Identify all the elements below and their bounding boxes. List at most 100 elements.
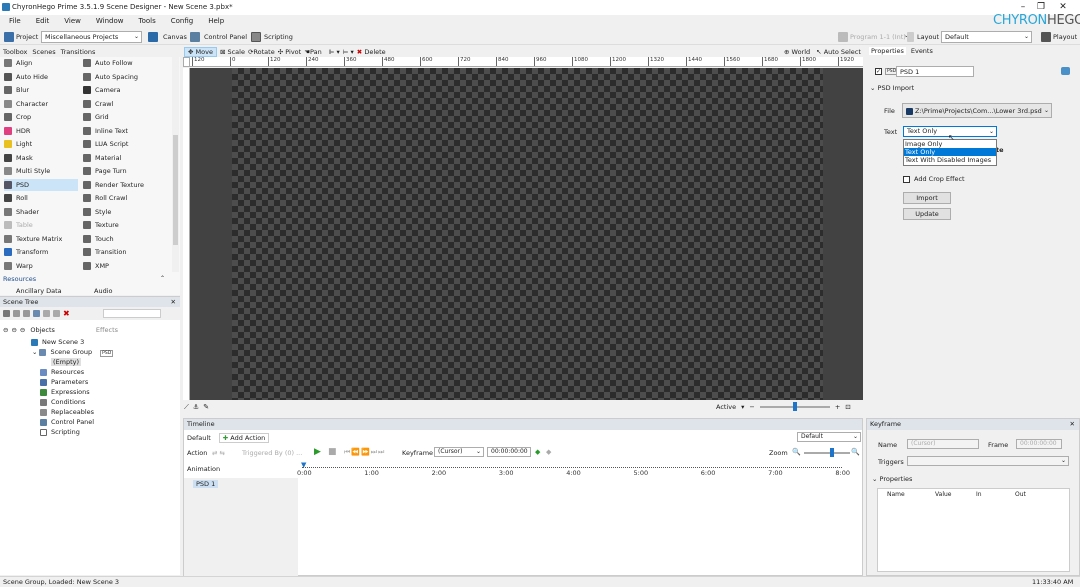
- toolbox-item-camera[interactable]: Camera: [83, 84, 121, 96]
- zoom-in-icon[interactable]: +: [835, 403, 840, 411]
- fit-icon[interactable]: ⊡: [845, 403, 850, 411]
- menu-tools[interactable]: Tools: [139, 17, 156, 25]
- auto-select-toggle[interactable]: ↖ Auto Select: [816, 48, 861, 56]
- toolbox-item-texture[interactable]: Texture: [83, 219, 119, 231]
- toolbox-item-table[interactable]: Table: [4, 219, 33, 231]
- chevron-down-icon[interactable]: ▾: [741, 403, 744, 411]
- action-buttons[interactable]: ⇄ ⇆: [212, 449, 225, 457]
- properties-section[interactable]: ⌄ Properties: [872, 475, 912, 483]
- project-dropdown[interactable]: Miscellaneous Projects ⌄: [41, 31, 142, 43]
- align-dropdown[interactable]: ⊫ ▾: [329, 48, 340, 56]
- close-button[interactable]: ✕: [1056, 2, 1070, 12]
- tree-item-expressions[interactable]: Expressions: [40, 388, 90, 396]
- menu-edit[interactable]: Edit: [36, 17, 50, 25]
- paste-icon[interactable]: [23, 310, 30, 317]
- toolbox-item-page-turn[interactable]: Page Turn: [83, 165, 127, 177]
- world-toggle[interactable]: ⊕ World: [784, 48, 810, 56]
- zoom-out-icon[interactable]: −: [749, 403, 754, 411]
- toolbox-item-transition[interactable]: Transition: [83, 246, 126, 258]
- zoom-in-icon[interactable]: 🔍: [851, 448, 860, 456]
- toolbox-item-ancillary-data[interactable]: Ancillary Data: [16, 287, 62, 295]
- delete-tool[interactable]: ✖ Delete: [357, 48, 386, 56]
- menu-view[interactable]: View: [64, 17, 81, 25]
- tree-item-scene-group[interactable]: ⌄ Scene Group PSD: [32, 348, 114, 357]
- tool-icon[interactable]: ✎: [203, 403, 209, 411]
- toolbox-item-roll[interactable]: Roll: [4, 192, 28, 204]
- toolbox-item-grid[interactable]: Grid: [83, 111, 109, 123]
- rotate-tool[interactable]: ⟳Rotate: [248, 48, 275, 56]
- toolbox-item-style[interactable]: Style: [83, 206, 111, 218]
- copy-icon[interactable]: [13, 310, 20, 317]
- playout-button[interactable]: Playout: [1053, 33, 1077, 41]
- toolbox-item-psd[interactable]: PSD: [4, 178, 78, 191]
- close-icon[interactable]: ✕: [1070, 419, 1075, 429]
- toolbox-item-crop[interactable]: Crop: [4, 111, 31, 123]
- toolbox-item-light[interactable]: Light: [4, 138, 32, 150]
- toolbox-item-align[interactable]: Align: [4, 57, 32, 69]
- scrollbar-thumb[interactable]: [173, 135, 178, 245]
- collapse-icon[interactable]: ⌃: [160, 275, 165, 282]
- control-panel-button[interactable]: Control Panel: [204, 33, 247, 41]
- update-button[interactable]: Update: [903, 208, 951, 220]
- pan-tool[interactable]: ☚Pan: [304, 48, 322, 56]
- tab-events[interactable]: Events: [911, 47, 933, 55]
- pivot-tool[interactable]: ✣ Pivot: [278, 48, 302, 56]
- add-crop-checkbox[interactable]: [903, 176, 910, 183]
- keyframe-dropdown[interactable]: (Cursor) ⌄: [434, 447, 484, 457]
- playhead-marker[interactable]: ▼: [301, 461, 306, 469]
- tab-scenes[interactable]: Scenes: [32, 48, 55, 56]
- toolbox-item-lua-script[interactable]: LUA Script: [83, 138, 128, 150]
- psd-import-section[interactable]: ⌄ PSD Import: [870, 84, 914, 92]
- tree-item-scripting[interactable]: Scripting: [40, 428, 80, 436]
- layout-dropdown[interactable]: Default ⌄: [941, 31, 1032, 43]
- keyframe-name-input[interactable]: (Cursor): [907, 439, 979, 449]
- tree-item-resources[interactable]: Resources: [40, 368, 84, 376]
- collapse-all-icon[interactable]: ⊖: [11, 326, 16, 334]
- menu-window[interactable]: Window: [96, 17, 124, 25]
- toolbox-item-warp[interactable]: Warp: [4, 260, 33, 272]
- toolbox-item-material[interactable]: Material: [83, 152, 121, 164]
- scene-tree-search-input[interactable]: [102, 309, 161, 318]
- move-tool[interactable]: ✥ Move: [184, 46, 217, 57]
- program-selector[interactable]: Program 1-1 (Int): [850, 33, 906, 41]
- link-icon[interactable]: [53, 310, 60, 317]
- toolbox-item-auto-follow[interactable]: Auto Follow: [83, 57, 133, 69]
- option-text-only[interactable]: Text Only: [904, 148, 996, 156]
- zoom-slider[interactable]: [759, 402, 830, 411]
- track-psd-1[interactable]: PSD 1: [193, 480, 219, 488]
- play-icon[interactable]: ▶: [314, 447, 321, 457]
- cloud-icon[interactable]: [1061, 67, 1070, 75]
- toolbox-item-texture-matrix[interactable]: Texture Matrix: [4, 233, 62, 245]
- toolbox-scrollbar[interactable]: [172, 57, 179, 272]
- timeline-profile-dropdown[interactable]: Default ⌄: [797, 432, 861, 442]
- close-icon[interactable]: ✕: [171, 297, 176, 307]
- toolbox-item-xmp[interactable]: XMP: [83, 260, 109, 272]
- toolbox-item-auto-spacing[interactable]: Auto Spacing: [83, 71, 138, 83]
- triggered-by-field[interactable]: Triggered By (0) ...: [242, 449, 302, 457]
- object-name-input[interactable]: PSD 1: [896, 66, 974, 77]
- toolbox-item-inline-text[interactable]: Inline Text: [83, 125, 128, 137]
- toolbox-item-character[interactable]: Character: [4, 98, 48, 110]
- menu-file[interactable]: File: [9, 17, 21, 25]
- triggers-dropdown[interactable]: ⌄: [907, 456, 1069, 466]
- toggle-icon[interactable]: ⊖: [20, 326, 25, 334]
- tree-item-conditions[interactable]: Conditions: [40, 398, 85, 406]
- menu-config[interactable]: Config: [171, 17, 193, 25]
- chart-icon[interactable]: ⟋: [184, 403, 189, 412]
- distribute-dropdown[interactable]: ⊨ ▾: [343, 48, 354, 56]
- zoom-out-icon[interactable]: 🔍: [792, 448, 801, 456]
- toolbox-item-auto-hide[interactable]: Auto Hide: [4, 71, 48, 83]
- anchor-icon[interactable]: ⚓: [193, 403, 199, 411]
- tree-item-parameters[interactable]: Parameters: [40, 378, 88, 386]
- scripting-button[interactable]: Scripting: [264, 33, 293, 41]
- tab-toolbox[interactable]: Toolbox: [3, 48, 27, 56]
- stop-icon[interactable]: ■: [328, 447, 337, 457]
- keyframe-frame-input[interactable]: 00:00:00:00: [1016, 439, 1062, 449]
- toolbox-item-roll-crawl[interactable]: Roll Crawl: [83, 192, 127, 204]
- ungroup-icon[interactable]: [43, 310, 50, 317]
- remove-keyframe-icon[interactable]: ◆: [546, 448, 551, 456]
- maximize-button[interactable]: ❐: [1034, 2, 1048, 12]
- timeline-ruler[interactable]: 0:00 1:00 2:00 3:00 4:00 5:00 6:00 7:00 8:00: [297, 461, 862, 477]
- expand-all-icon[interactable]: ⊖: [3, 326, 8, 334]
- add-action-button[interactable]: ✚ Add Action: [218, 433, 270, 443]
